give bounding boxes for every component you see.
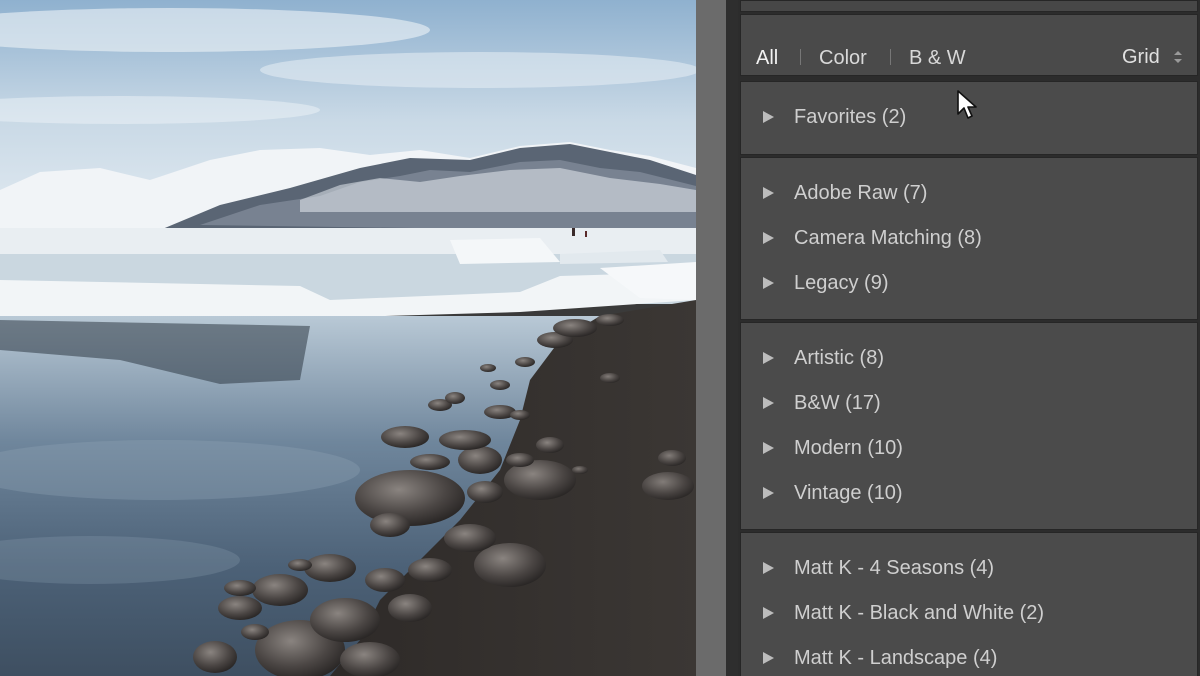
mouse-pointer-icon (957, 90, 977, 119)
profile-folder-matt-k-4-seasons[interactable]: Matt K - 4 Seasons (4) (763, 554, 1183, 584)
folder-label: B&W (17) (794, 392, 881, 414)
profile-group-matt-k: Matt K - 4 Seasons (4) Matt K - Black an… (740, 532, 1198, 676)
profile-folder-adobe-raw[interactable]: Adobe Raw (7) (763, 179, 1183, 209)
disclosure-triangle-icon[interactable] (763, 397, 774, 409)
profile-group-creative: Artistic (8) B&W (17) Modern (10) Vintag… (740, 322, 1198, 530)
profile-folder-legacy[interactable]: Legacy (9) (763, 269, 1183, 299)
disclosure-triangle-icon[interactable] (763, 111, 774, 123)
filter-bw[interactable]: B & W (909, 47, 966, 69)
profile-folder-bw[interactable]: B&W (17) (763, 389, 1183, 419)
disclosure-triangle-icon[interactable] (763, 187, 774, 199)
folder-label: Legacy (9) (794, 272, 889, 294)
panel-divider (726, 0, 738, 676)
folder-label: Modern (10) (794, 437, 903, 459)
filter-all[interactable]: All (756, 47, 778, 69)
profile-group-adobe: Adobe Raw (7) Camera Matching (8) Legacy… (740, 157, 1198, 320)
updown-arrows-icon[interactable] (1173, 50, 1183, 64)
disclosure-triangle-icon[interactable] (763, 652, 774, 664)
profile-folder-modern[interactable]: Modern (10) (763, 434, 1183, 464)
photo-preview[interactable] (0, 0, 696, 676)
profile-filter-bar: All Color B & W Grid (740, 14, 1198, 76)
disclosure-triangle-icon[interactable] (763, 277, 774, 289)
folder-label: Camera Matching (8) (794, 227, 982, 249)
panel-header-strip (740, 0, 1198, 12)
screen: All Color B & W Grid Favorites (2) Adobe… (0, 0, 1200, 676)
landscape-photo (0, 0, 696, 676)
profile-folder-matt-k-black-and-white[interactable]: Matt K - Black and White (2) (763, 599, 1183, 629)
folder-label: Matt K - 4 Seasons (4) (794, 557, 995, 579)
filter-separator (890, 49, 891, 65)
folder-label: Adobe Raw (7) (794, 182, 928, 204)
profile-folder-matt-k-landscape[interactable]: Matt K - Landscape (4) (763, 644, 1183, 674)
disclosure-triangle-icon[interactable] (763, 607, 774, 619)
disclosure-triangle-icon[interactable] (763, 562, 774, 574)
folder-label: Favorites (2) (794, 106, 907, 128)
profile-folder-artistic[interactable]: Artistic (8) (763, 344, 1183, 374)
folder-label: Matt K - Landscape (4) (794, 647, 998, 669)
filter-color[interactable]: Color (819, 47, 867, 69)
disclosure-triangle-icon[interactable] (763, 442, 774, 454)
disclosure-triangle-icon[interactable] (763, 232, 774, 244)
folder-label: Artistic (8) (794, 347, 884, 369)
scrollbar-track[interactable] (696, 0, 726, 676)
folder-label: Matt K - Black and White (2) (794, 602, 1045, 624)
folder-label: Vintage (10) (794, 482, 903, 504)
view-mode-select[interactable]: Grid (1122, 46, 1160, 68)
filter-separator (800, 49, 801, 65)
disclosure-triangle-icon[interactable] (763, 352, 774, 364)
profile-folder-camera-matching[interactable]: Camera Matching (8) (763, 224, 1183, 254)
profile-folder-vintage[interactable]: Vintage (10) (763, 479, 1183, 509)
disclosure-triangle-icon[interactable] (763, 487, 774, 499)
